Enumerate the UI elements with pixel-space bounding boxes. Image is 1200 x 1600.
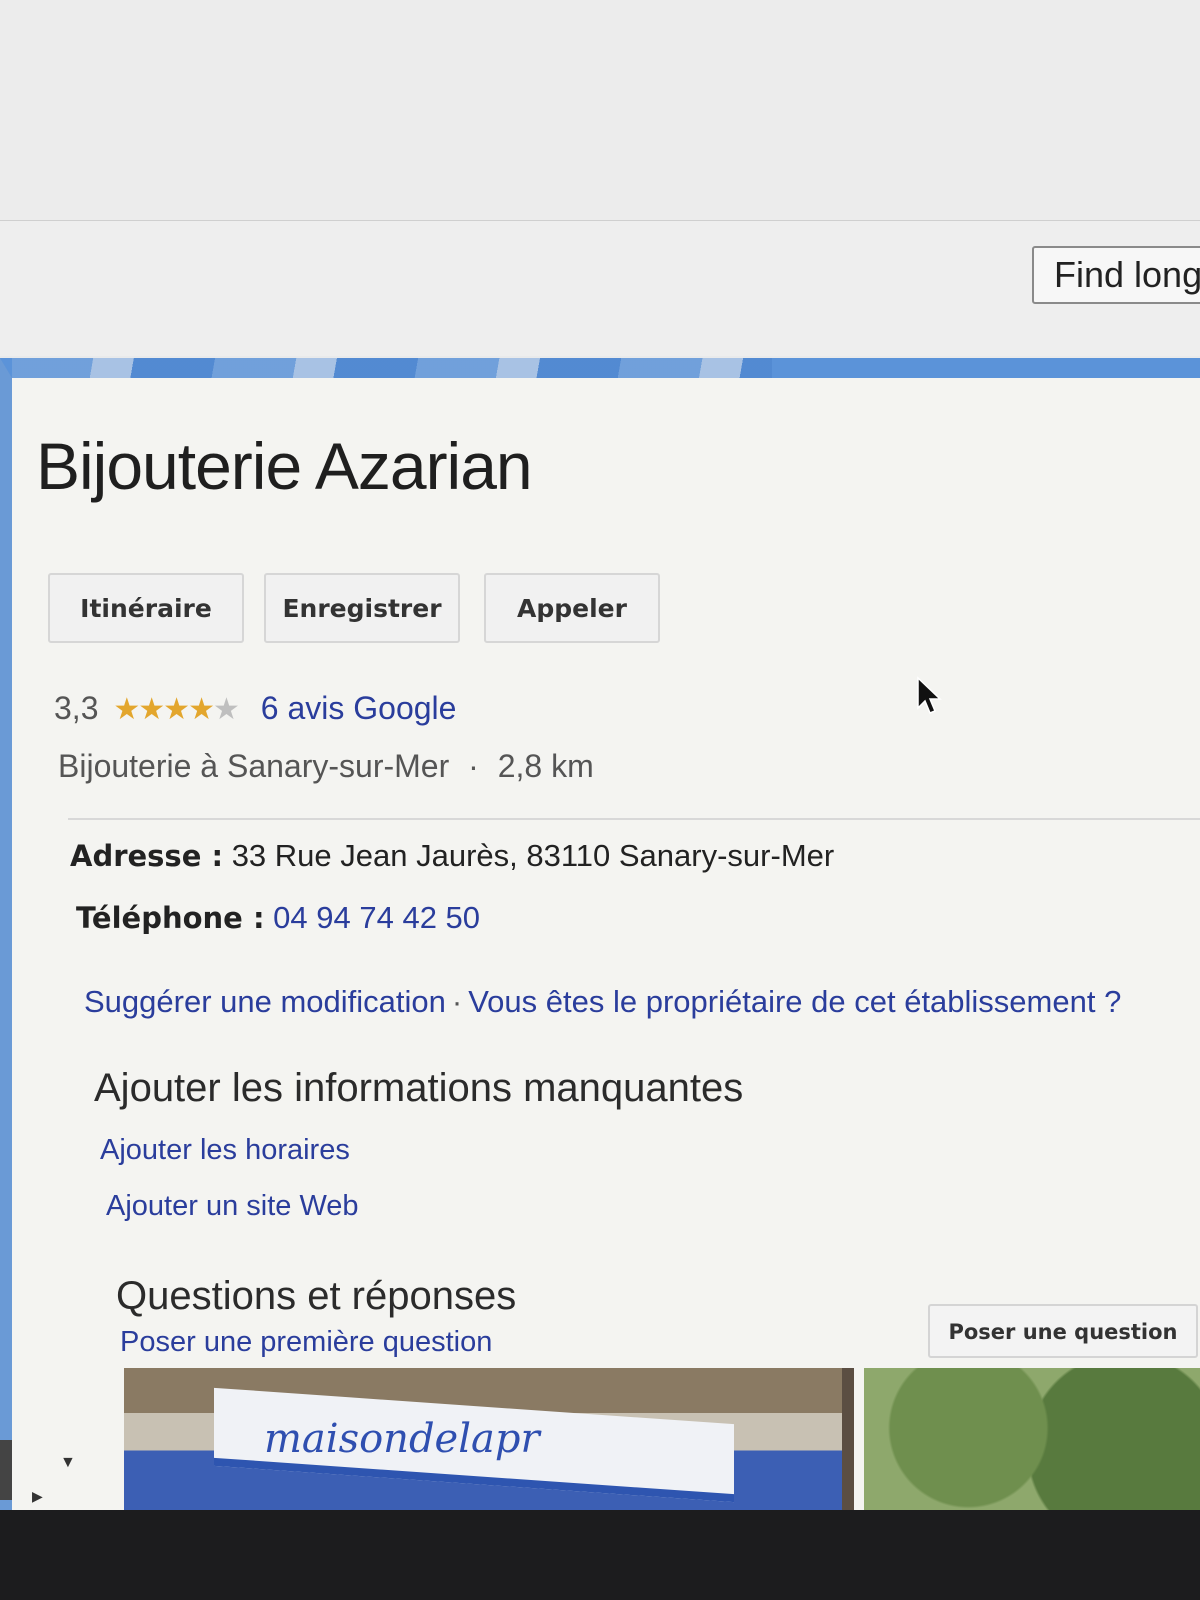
store-photo[interactable]: maisondelapr	[124, 1368, 842, 1518]
missing-info-title: Ajouter les informations manquantes	[94, 1066, 744, 1110]
ask-question-button[interactable]: Poser une question	[928, 1304, 1198, 1358]
panel-header-image-strip	[12, 358, 772, 378]
chevron-down-icon[interactable]: ▼	[60, 1454, 76, 1472]
place-category: Bijouterie à Sanary-sur-Mer	[58, 748, 450, 784]
suggest-edit-link[interactable]: Suggérer une modification	[84, 984, 446, 1019]
phone-link[interactable]: 04 94 74 42 50	[273, 900, 480, 935]
photo-gap	[842, 1368, 854, 1518]
phone-row: Téléphone : 04 94 74 42 50	[76, 900, 480, 936]
address-row: Adresse : 33 Rue Jean Jaurès, 83110 Sana…	[70, 838, 834, 874]
divider	[68, 818, 1200, 820]
qa-title: Questions et réponses	[116, 1274, 517, 1318]
mouse-cursor-icon	[917, 676, 942, 714]
find-long-button[interactable]: Find long	[1032, 246, 1200, 304]
results-toolbar	[0, 221, 1200, 356]
monitor-bezel	[0, 1510, 1200, 1600]
save-button[interactable]: Enregistrer	[264, 573, 460, 643]
add-website-link[interactable]: Ajouter un site Web	[106, 1190, 359, 1223]
ask-first-question-link[interactable]: Poser une première question	[120, 1326, 492, 1359]
chevron-right-icon[interactable]: ▶	[32, 1488, 43, 1505]
directions-button[interactable]: Itinéraire	[48, 573, 244, 643]
address-value[interactable]: 33 Rue Jean Jaurès, 83110 Sanary-sur-Mer	[232, 838, 835, 873]
left-scrollbar[interactable]	[0, 1440, 12, 1500]
photo-strip[interactable]: maisondelapr	[124, 1368, 1200, 1518]
google-reviews-link[interactable]: 6 avis Google	[261, 690, 457, 726]
rating-value: 3,3	[54, 690, 99, 726]
knowledge-panel: Bijouterie Azarian Itinéraire Enregistre…	[0, 358, 1200, 1518]
separator-dot: ·	[468, 748, 479, 784]
owner-claim-link[interactable]: Vous êtes le propriétaire de cet établis…	[468, 984, 1121, 1019]
phone-label: Téléphone :	[76, 901, 265, 935]
call-button[interactable]: Appeler	[484, 573, 660, 643]
half-star-icon: ★	[188, 693, 215, 726]
address-label: Adresse :	[70, 839, 224, 873]
place-distance: 2,8 km	[497, 748, 594, 784]
browser-top-area	[0, 0, 1200, 221]
place-title: Bijouterie Azarian	[36, 429, 533, 503]
empty-star-icon: ★	[212, 693, 240, 726]
star-rating-icon: ★★★★★	[113, 693, 240, 726]
edit-links-row: Suggérer une modification · Vous êtes le p…	[84, 984, 1121, 1020]
street-photo[interactable]	[864, 1368, 1200, 1518]
store-sign: maisondelapr	[264, 1416, 540, 1462]
separator-dot: ·	[451, 984, 463, 1019]
add-hours-link[interactable]: Ajouter les horaires	[100, 1134, 350, 1167]
category-row: Bijouterie à Sanary-sur-Mer · 2,8 km	[58, 748, 594, 785]
rating-row: 3,3 ★★★★★ 6 avis Google	[54, 690, 456, 727]
